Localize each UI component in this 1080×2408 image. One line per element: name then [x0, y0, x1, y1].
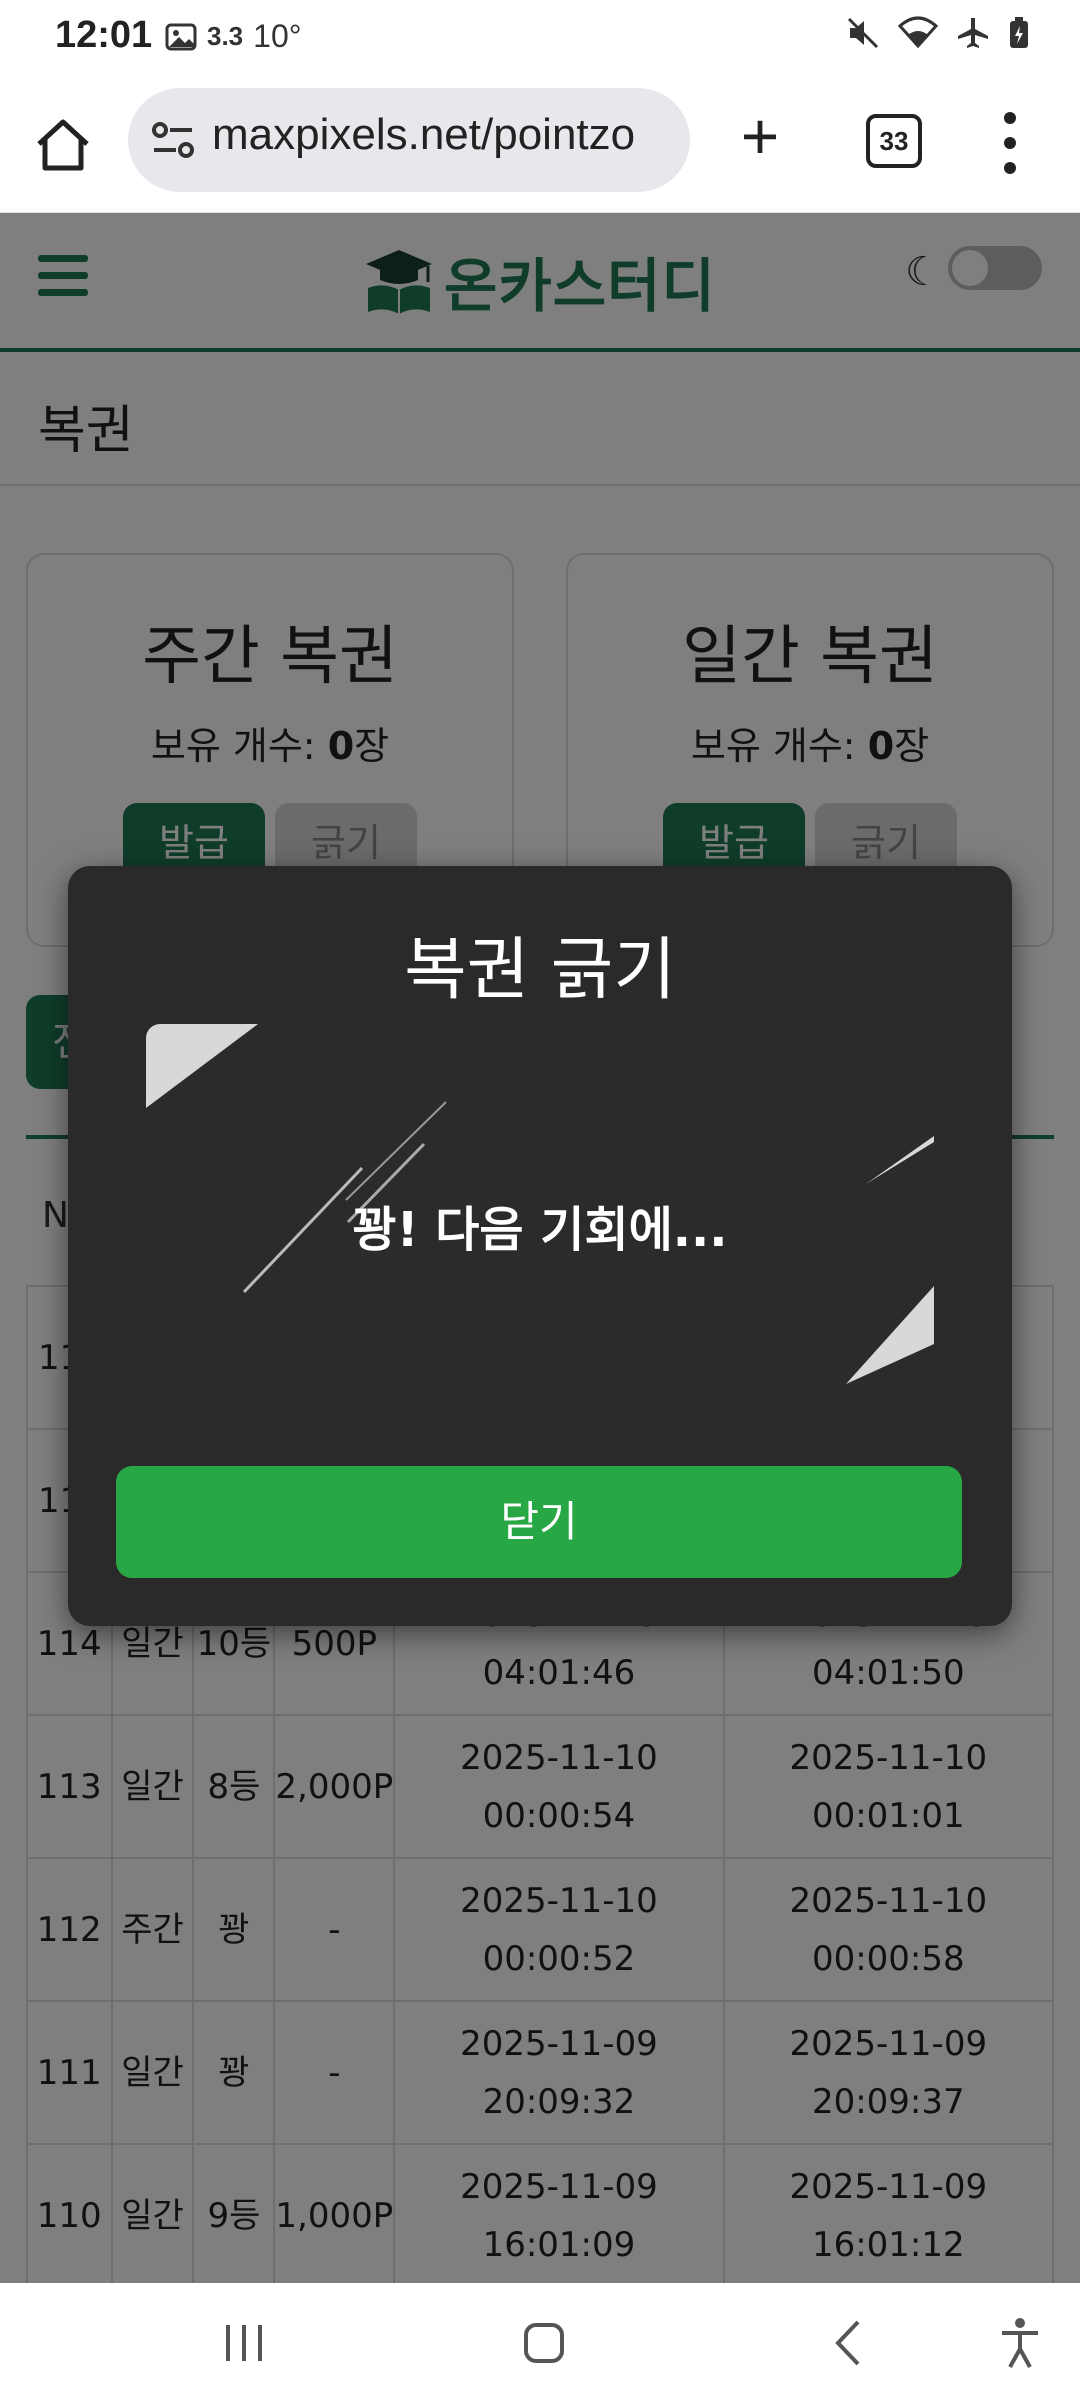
- scratch-result: 꽝! 다음 기회에...: [352, 1202, 728, 1258]
- tab-switcher-button[interactable]: 33: [866, 114, 922, 168]
- recent-apps-icon: [226, 2325, 262, 2361]
- battery-icon: [1010, 17, 1028, 48]
- back-button[interactable]: [808, 2313, 888, 2373]
- modal-title: 복권 긁기: [404, 931, 676, 1010]
- home-button[interactable]: [30, 112, 96, 178]
- speed-label: 3.3: [207, 21, 244, 51]
- temperature-label: 10°: [253, 18, 302, 54]
- gallery-icon: [165, 23, 197, 50]
- url-text[interactable]: maxpixels.net/pointzo: [212, 110, 635, 160]
- recent-apps-button[interactable]: [204, 2313, 284, 2373]
- status-left-icons: 3.3 10°: [165, 18, 302, 55]
- status-right-icons: [846, 16, 1030, 50]
- mute-icon: [847, 17, 879, 49]
- wifi-icon: [898, 16, 938, 49]
- scratch-area[interactable]: 꽝! 다음 기회에...: [146, 1024, 934, 1414]
- browser-toolbar: maxpixels.net/pointzo + 33: [0, 72, 1080, 214]
- new-tab-button[interactable]: +: [730, 103, 790, 169]
- home-icon: [37, 119, 89, 171]
- scratch-modal: 복권 긁기 꽝! 다음 기회에... 닫기: [68, 866, 1012, 1626]
- accessibility-icon: [1002, 2318, 1038, 2368]
- status-bar: 12:01 3.3 10°: [0, 0, 1080, 72]
- status-time: 12:01: [55, 14, 153, 56]
- home-nav-button[interactable]: [504, 2313, 584, 2373]
- system-nav-bar: [0, 2283, 1080, 2408]
- browser-menu-button[interactable]: [1000, 110, 1020, 176]
- close-button[interactable]: 닫기: [116, 1466, 962, 1578]
- airplane-icon: [958, 18, 988, 48]
- back-icon: [835, 2320, 860, 2366]
- address-bar[interactable]: maxpixels.net/pointzo: [128, 88, 690, 192]
- site-settings-icon[interactable]: [150, 120, 196, 160]
- accessibility-button[interactable]: [980, 2313, 1060, 2373]
- home-nav-icon: [524, 2323, 564, 2363]
